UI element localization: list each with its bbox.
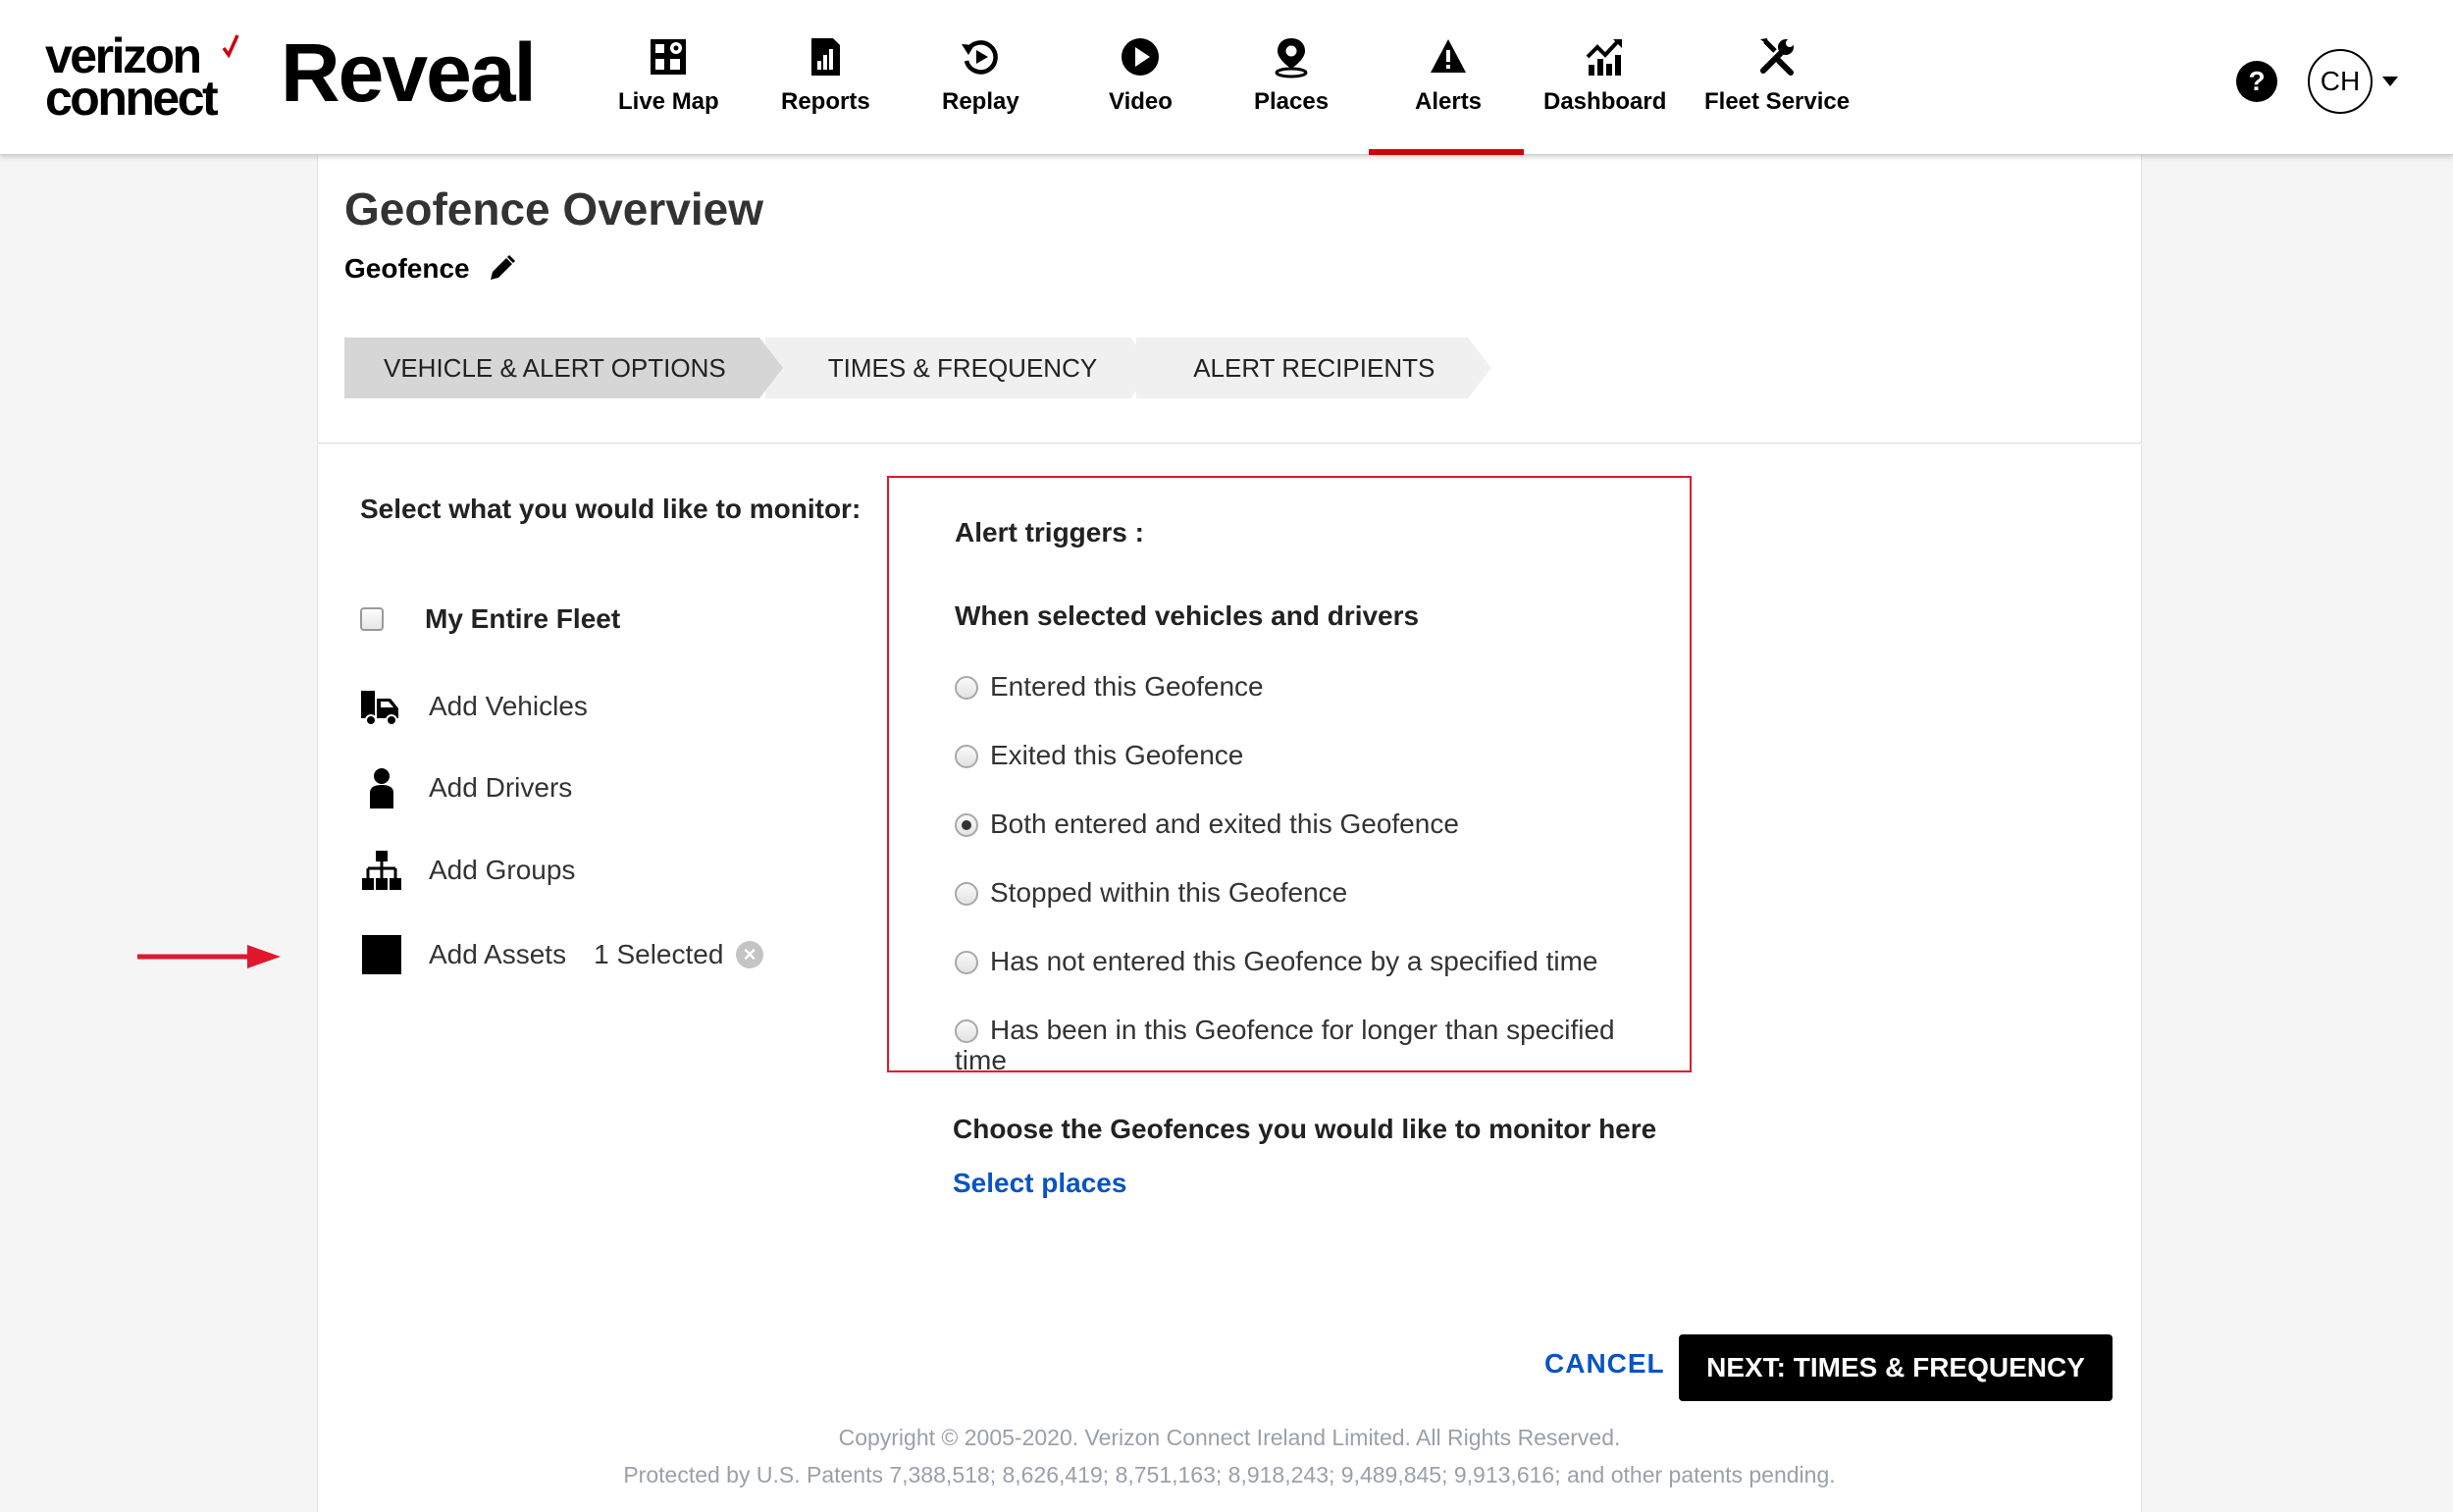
select-places-link[interactable]: Select places <box>953 1168 1126 1199</box>
reports-icon <box>811 38 841 76</box>
alert-triggers-subtitle: When selected vehicles and drivers <box>955 600 1420 631</box>
step-vehicle-alert-options[interactable]: VEHICLE & ALERT OPTIONS <box>344 338 783 398</box>
geofence-name: Geofence <box>344 253 517 285</box>
alert-triggers-title: Alert triggers : <box>955 517 1144 547</box>
nav-active-indicator <box>1369 149 1524 155</box>
radio-longer-than[interactable] <box>955 1019 978 1043</box>
nav-replay-label: Replay <box>942 88 1019 115</box>
places-icon <box>1275 38 1308 78</box>
groups-hierarchy-icon <box>360 849 403 892</box>
cancel-button[interactable]: CANCEL <box>1544 1348 1665 1380</box>
entire-fleet-row[interactable]: My Entire Fleet <box>360 603 620 635</box>
nav-places[interactable]: Places <box>1254 35 1329 155</box>
trigger-option-not-entered[interactable]: Has not entered this Geofence by a speci… <box>955 946 1661 976</box>
nav-video-label: Video <box>1109 88 1173 115</box>
verizon-check-icon <box>222 34 239 59</box>
top-navigation-bar: verizon connect Reveal Live Map Reports … <box>0 0 2453 155</box>
step-alert-recipients[interactable]: ALERT RECIPIENTS <box>1136 338 1492 398</box>
trigger-stopped-label: Stopped within this Geofence <box>990 877 1348 908</box>
geofences-title: Choose the Geofences you would like to m… <box>953 1114 1657 1144</box>
video-icon <box>1122 38 1160 76</box>
edit-pencil-icon[interactable] <box>486 253 517 285</box>
assets-selected-count: 1 Selected <box>594 939 724 969</box>
help-icon[interactable]: ? <box>2236 61 2277 102</box>
entire-fleet-label: My Entire Fleet <box>425 603 621 634</box>
assets-icon <box>360 933 403 976</box>
trigger-option-both[interactable]: Both entered and exited this Geofence <box>955 808 1661 839</box>
alerts-icon <box>1431 39 1467 73</box>
add-drivers-row[interactable]: Add Drivers <box>360 766 572 809</box>
trigger-exited-label: Exited this Geofence <box>990 740 1244 770</box>
annotation-arrow-icon <box>137 945 281 968</box>
trigger-option-longer-than[interactable]: Has been in this Geofence for longer tha… <box>955 1015 1661 1075</box>
user-menu-chevron-down-icon[interactable] <box>2382 77 2398 86</box>
nav-alerts[interactable]: Alerts <box>1415 35 1482 155</box>
overview-panel: Geofence Overview Geofence VEHICLE & ALE… <box>317 155 2142 443</box>
vehicles-icon <box>360 685 403 728</box>
next-times-frequency-button[interactable]: NEXT: TIMES & FREQUENCY <box>1679 1334 2113 1401</box>
nav-live-map-label: Live Map <box>618 88 719 115</box>
verizon-connect-logo[interactable]: verizon connect <box>45 31 239 126</box>
alert-triggers-box: Alert triggers : When selected vehicles … <box>887 476 1692 1075</box>
trigger-option-exited[interactable]: Exited this Geofence <box>955 740 1661 770</box>
radio-entered[interactable] <box>955 676 978 700</box>
nav-dashboard[interactable]: Dashboard <box>1543 35 1666 155</box>
trigger-option-stopped[interactable]: Stopped within this Geofence <box>955 877 1661 908</box>
nav-alerts-label: Alerts <box>1415 88 1483 115</box>
radio-exited[interactable] <box>955 745 978 768</box>
replay-icon <box>962 40 999 75</box>
add-groups-label: Add Groups <box>429 855 576 885</box>
nav-dashboard-label: Dashboard <box>1543 88 1667 115</box>
brand-bottom: connect <box>45 71 219 126</box>
add-vehicles-row[interactable]: Add Vehicles <box>360 685 588 728</box>
nav-fleet-service-label: Fleet Service <box>1704 88 1851 115</box>
app-name: Reveal <box>281 26 537 119</box>
user-avatar[interactable]: CH <box>2308 49 2373 114</box>
trigger-entered-label: Entered this Geofence <box>990 671 1264 702</box>
nav-places-label: Places <box>1254 88 1330 115</box>
clear-assets-close-icon[interactable]: × <box>736 941 763 968</box>
radio-both[interactable] <box>955 813 978 837</box>
add-assets-row[interactable]: Add Assets 1 Selected <box>360 933 723 976</box>
radio-not-entered[interactable] <box>955 951 978 974</box>
nav-fleet-service[interactable]: Fleet Service <box>1704 35 1850 155</box>
step-times-frequency[interactable]: TIMES & FREQUENCY <box>764 338 1155 398</box>
trigger-option-entered[interactable]: Entered this Geofence <box>955 671 1661 702</box>
footer-patents: Protected by U.S. Patents 7,388,518; 8,6… <box>623 1462 1836 1487</box>
trigger-both-label: Both entered and exited this Geofence <box>990 808 1459 839</box>
nav-replay[interactable]: Replay <box>942 35 1019 155</box>
page-title: Geofence Overview <box>344 183 763 235</box>
footer-copyright: Copyright © 2005-2020. Verizon Connect I… <box>838 1425 1621 1450</box>
driver-person-icon <box>360 766 403 809</box>
nav-live-map[interactable]: Live Map <box>618 35 719 155</box>
live-map-icon <box>651 39 687 75</box>
trigger-not-entered-label: Has not entered this Geofence by a speci… <box>990 946 1598 976</box>
geofence-name-label: Geofence <box>344 253 470 284</box>
wizard-steps: VEHICLE & ALERT OPTIONS TIMES & FREQUENC… <box>344 338 1492 398</box>
monitor-title: Select what you would like to monitor: <box>360 494 861 524</box>
trigger-longer-than-label: Has been in this Geofence for longer tha… <box>955 1015 1615 1075</box>
add-assets-label: Add Assets <box>429 939 567 969</box>
dashboard-icon <box>1586 39 1622 76</box>
radio-stopped[interactable] <box>955 882 978 906</box>
add-drivers-label: Add Drivers <box>429 772 573 803</box>
add-vehicles-label: Add Vehicles <box>429 691 588 721</box>
nav-reports[interactable]: Reports <box>781 35 870 155</box>
entire-fleet-checkbox[interactable] <box>360 607 384 631</box>
nav-video[interactable]: Video <box>1109 35 1173 155</box>
add-groups-row[interactable]: Add Groups <box>360 849 575 892</box>
fleet-service-icon <box>1760 38 1795 76</box>
nav-reports-label: Reports <box>781 88 870 115</box>
